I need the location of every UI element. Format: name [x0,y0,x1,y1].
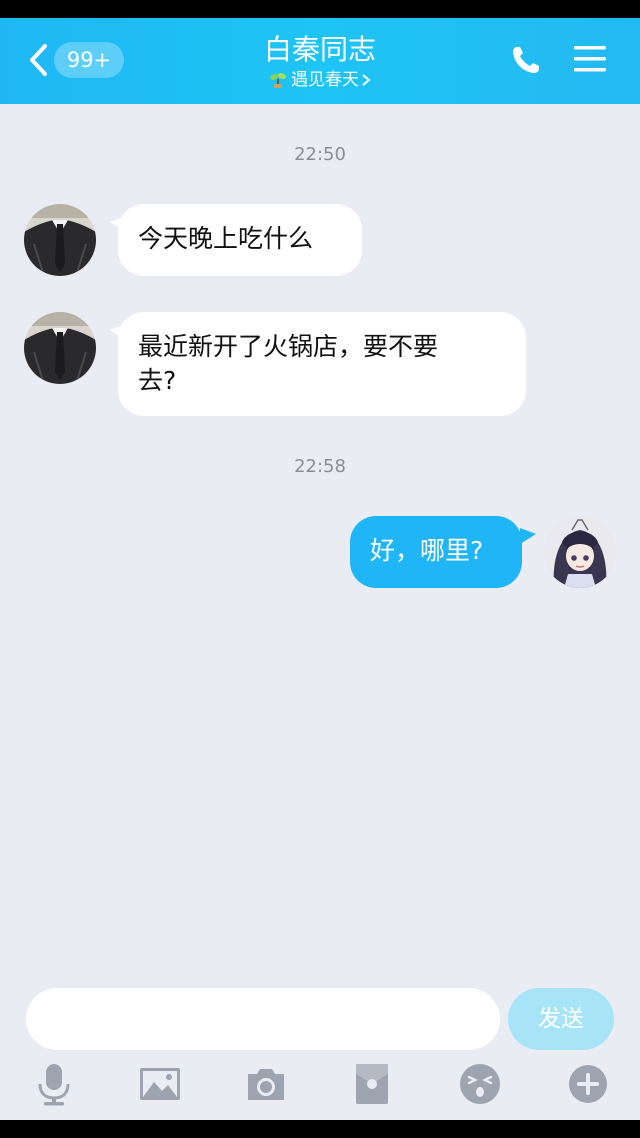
anime-character-avatar-image [544,516,616,588]
chat-header: 99+ 白秦同志 遇见春天 [0,18,640,104]
send-button[interactable]: 发送 [508,988,614,1050]
red-packet-icon[interactable] [350,1062,394,1106]
chat-area[interactable]: 22:50 今天晚上吃什么 最近新开了火锅店，要不要 去? 22:58 好，哪里… [0,104,640,1120]
camera-icon[interactable] [244,1062,288,1106]
timestamp: 22:58 [294,456,346,477]
message-text: 好，哪里? [370,536,484,565]
message-text-line: 最近新开了火锅店，要不要 [138,332,439,361]
plus-icon[interactable] [566,1062,610,1106]
contact-status[interactable]: 遇见春天 [200,68,440,92]
timestamp: 22:50 [294,144,346,165]
unread-count-badge[interactable]: 99+ [54,42,124,78]
status-bar [0,0,640,18]
sprout-icon [270,72,286,88]
message-input[interactable] [26,988,500,1050]
bubble-tail [520,528,536,544]
menu-icon[interactable] [574,44,606,74]
suit-avatar-image [24,204,96,276]
outgoing-message-bubble[interactable]: 好，哪里? [350,516,522,588]
contact-status-text: 遇见春天 [291,70,359,90]
microphone-icon[interactable] [32,1062,76,1106]
message-text-line: 去? [138,366,177,395]
contact-avatar[interactable] [24,204,96,276]
contact-name[interactable]: 白秦同志 [200,32,440,68]
incoming-message-bubble[interactable]: 最近新开了火锅店，要不要 去? [118,312,526,416]
suit-avatar-image [24,312,96,384]
message-text: 今天晚上吃什么 [138,224,314,253]
my-avatar[interactable] [544,516,616,588]
phone-icon[interactable] [510,44,542,76]
emoji-icon[interactable] [458,1062,502,1106]
chevron-right-icon [362,74,371,86]
incoming-message-bubble[interactable]: 今天晚上吃什么 [118,204,362,276]
system-nav-bar [0,1120,640,1138]
contact-avatar[interactable] [24,312,96,384]
back-chevron-icon[interactable] [26,40,50,80]
image-icon[interactable] [138,1062,182,1106]
